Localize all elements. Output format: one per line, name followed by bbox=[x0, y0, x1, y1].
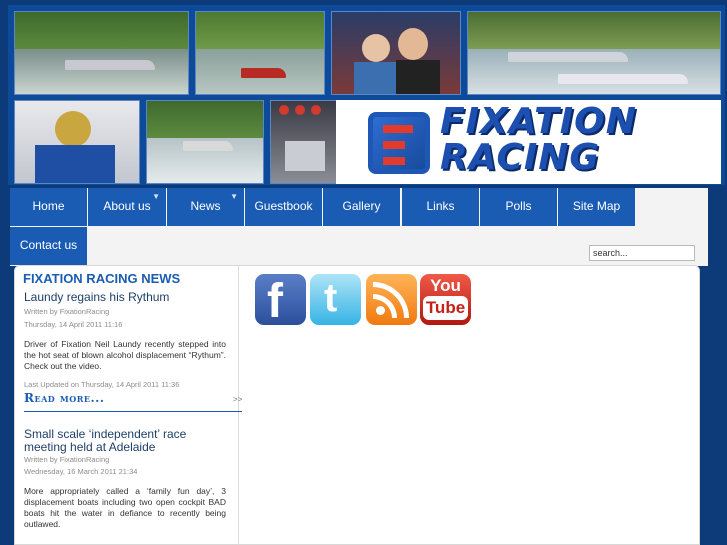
nav-site-map[interactable]: Site Map bbox=[558, 188, 635, 226]
nav-label: Links bbox=[426, 199, 455, 213]
logo-line-1: FIXATION bbox=[440, 101, 637, 142]
nav-label: About us bbox=[103, 199, 151, 213]
article-title-link[interactable]: Small scale ‘independent’ race meeting h… bbox=[24, 428, 224, 454]
nav-label: News bbox=[190, 199, 221, 213]
divider bbox=[24, 411, 242, 412]
nav-label: Contact us bbox=[19, 238, 78, 252]
logo-wordmark: FIXATION RACING bbox=[440, 104, 637, 176]
chevron-down-icon: ▼ bbox=[230, 192, 238, 201]
nav-label: Home bbox=[32, 199, 65, 213]
banner-photo-boat-2 bbox=[195, 11, 325, 95]
banner-photo-boats-racing bbox=[467, 11, 721, 95]
youtube-line-2: Tube bbox=[423, 296, 468, 320]
search-input[interactable]: search... bbox=[589, 245, 695, 261]
logo-line-2: RACING bbox=[440, 137, 600, 178]
nav-about-us[interactable]: About us ▼ bbox=[88, 188, 166, 226]
article-date: Wednesday, 16 March 2011 21:34 bbox=[24, 467, 138, 476]
nav-guestbook[interactable]: Guestbook bbox=[245, 188, 322, 226]
read-more-link[interactable]: Read more... bbox=[24, 391, 105, 405]
news-section-title: FIXATION RACING NEWS bbox=[23, 271, 181, 286]
nav-polls[interactable]: Polls bbox=[480, 188, 557, 226]
article-body: Driver of Fixation Neil Laundy recently … bbox=[24, 339, 226, 371]
nav-home[interactable]: Home bbox=[10, 188, 87, 226]
article-author: Written by FixationRacing bbox=[24, 307, 110, 316]
header-banner: FIXATION RACING bbox=[8, 5, 725, 185]
main-content: FIXATION RACING NEWS Laundy regains his … bbox=[14, 265, 700, 545]
facebook-icon[interactable]: f bbox=[255, 274, 306, 328]
youtube-icon[interactable]: You Tube bbox=[420, 274, 471, 325]
banner-photo-boat-1 bbox=[14, 11, 189, 95]
logo-f-icon bbox=[368, 112, 430, 174]
banner-photo-driver-child bbox=[331, 11, 461, 95]
article-title-link[interactable]: Laundy regains his Rythum bbox=[24, 291, 224, 304]
chevron-down-icon: ▼ bbox=[152, 192, 160, 201]
banner-photo-helmet-driver bbox=[14, 100, 140, 184]
nav-contact-us[interactable]: Contact us bbox=[10, 227, 87, 265]
nav-gallery[interactable]: Gallery bbox=[323, 188, 400, 226]
twitter-icon[interactable]: t bbox=[310, 274, 361, 325]
article-date: Thursday, 14 April 2011 11:16 bbox=[24, 320, 123, 329]
nav-links[interactable]: Links bbox=[402, 188, 479, 226]
nav-label: Site Map bbox=[572, 199, 621, 213]
youtube-line-1: You bbox=[430, 276, 461, 295]
read-more-arrow-icon[interactable]: >> bbox=[233, 395, 242, 404]
nav-label: Polls bbox=[505, 199, 532, 213]
facebook-glyph: f bbox=[267, 275, 283, 328]
twitter-glyph: t bbox=[324, 276, 338, 320]
nav-label: Guestbook bbox=[254, 199, 313, 213]
nav-label: Gallery bbox=[342, 199, 381, 213]
rss-dot bbox=[376, 306, 385, 315]
rss-feed-icon[interactable] bbox=[366, 274, 417, 325]
article-updated: Last Updated on Thursday, 14 April 2011 … bbox=[24, 380, 180, 389]
nav-news[interactable]: News ▼ bbox=[167, 188, 244, 226]
banner-photo-boat-spray bbox=[146, 100, 264, 184]
article-body: More appropriately called a ‘family fun … bbox=[24, 486, 226, 529]
news-column: FIXATION RACING NEWS Laundy regains his … bbox=[15, 266, 242, 545]
fixation-racing-logo: FIXATION RACING bbox=[336, 100, 721, 184]
banner-photo-cockpit bbox=[270, 100, 338, 184]
article-author: Written by FixationRacing bbox=[24, 455, 110, 464]
